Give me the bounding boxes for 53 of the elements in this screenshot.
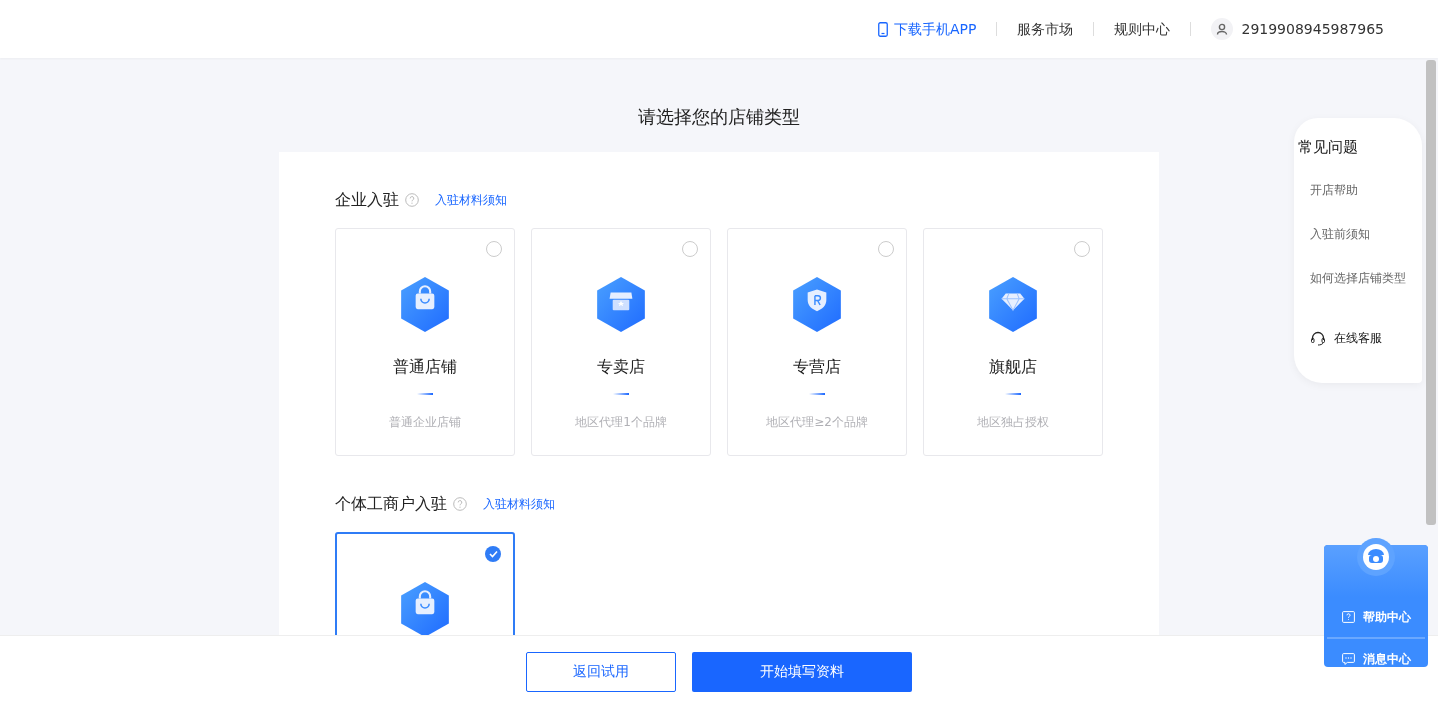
accent-line [613,393,629,395]
phone-icon [878,21,888,37]
shield-hexagon-icon [792,277,842,333]
chat-bubble-icon [1341,653,1355,665]
faq-link[interactable]: 开店帮助 [1298,180,1422,225]
page-title: 请选择您的店铺类型 [638,106,800,128]
section-title: 个体工商户入驻 [335,493,447,515]
bag-hexagon-icon [400,582,450,635]
app-download-link[interactable]: 下载手机APP [878,18,977,40]
faq-link[interactable]: 如何选择店铺类型 [1298,268,1422,313]
header-link[interactable]: 服务市场 [1017,18,1074,40]
radio-icon [1074,241,1090,257]
section-title: 企业入驻 [335,189,399,211]
bag-hexagon-icon [400,277,450,333]
online-service-link[interactable]: 在线客服 [1298,328,1422,347]
materials-link[interactable]: 入驻材料须知 [483,495,555,513]
shop-type-description: 地区独占授权 [977,414,1049,431]
shop-type-name: 专卖店 [597,356,645,378]
back-button[interactable]: 返回试用 [526,651,676,692]
faq-link[interactable]: 入驻前须知 [1298,224,1422,269]
scrollbar[interactable] [1426,60,1436,525]
accent-line [417,393,433,395]
shop-type-card[interactable]: 普通店铺 普通企业店铺 [335,228,515,456]
shop-type-card[interactable]: 专营店 地区代理≥2个品牌 [727,228,907,456]
shop-type-name: 旗舰店 [989,356,1037,378]
radio-icon [878,241,894,257]
user-avatar-icon [1211,18,1234,40]
account-id: 2919908945987965 [1241,19,1384,39]
accent-line [1005,393,1021,395]
radio-icon [486,241,502,257]
help-icon [1341,611,1355,623]
header-link[interactable]: 规则中心 [1114,18,1171,40]
materials-link[interactable]: 入驻材料须知 [435,191,507,209]
radio-icon [682,241,698,257]
shop-type-description: 地区代理≥2个品牌 [766,414,868,431]
robot-mascot-icon [1356,537,1396,577]
shop-type-description: 地区代理1个品牌 [575,414,667,431]
faq-title: 常见问题 [1298,137,1359,158]
shop-type-name: 专营店 [793,356,841,378]
accent-line [809,393,825,395]
start-button[interactable]: 开始填写资料 [692,651,912,692]
shop-type-name: 普通店铺 [393,356,457,378]
help-center-link[interactable]: 帮助中心 [1324,597,1428,637]
diamond-hexagon-icon [988,277,1038,333]
shop-type-card[interactable]: 旗舰店 地区独占授权 [923,228,1103,456]
help-icon[interactable] [453,497,467,511]
headset-icon [1310,329,1326,346]
store-hexagon-icon [596,277,646,333]
shop-type-description: 普通企业店铺 [389,414,461,431]
message-center-link[interactable]: 消息中心 [1324,639,1428,679]
shop-type-card[interactable]: 专卖店 地区代理1个品牌 [531,228,711,456]
help-icon[interactable] [405,193,419,207]
checked-radio-icon [485,546,501,562]
